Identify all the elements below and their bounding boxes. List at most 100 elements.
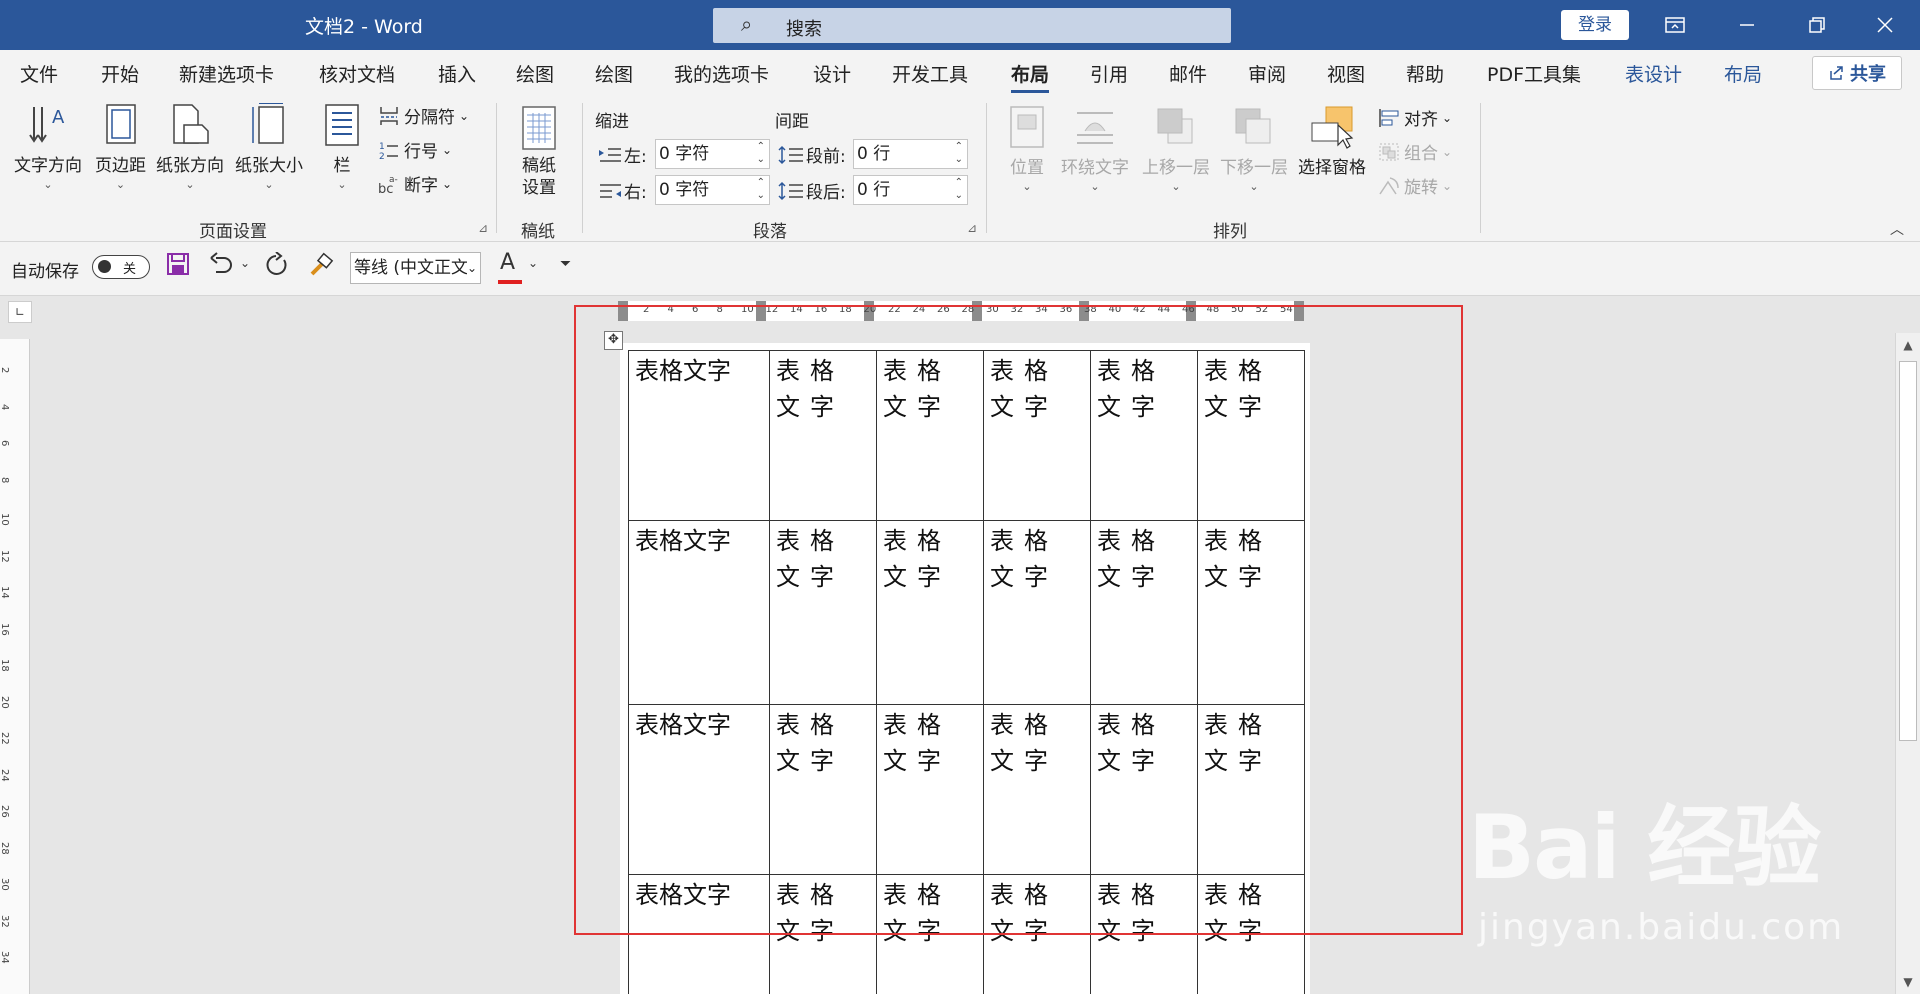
font-color-dropdown-icon[interactable]: ⌄: [528, 256, 538, 270]
indent-right-input[interactable]: 0 字符 ⌃ ⌄: [655, 175, 770, 205]
hyphenation-button[interactable]: bc a- 断字 ⌄: [378, 171, 452, 197]
wrap-text-button[interactable]: 环绕文字 ⌄: [1061, 105, 1129, 193]
font-name-select[interactable]: 等线 (中文正文) ⌄: [350, 252, 481, 284]
selection-pane-button[interactable]: 选择窗格: [1298, 105, 1366, 178]
collapse-ribbon-icon[interactable]: ︿: [1890, 219, 1904, 239]
spacing-before-input[interactable]: 0 行 ⌃ ⌄: [853, 139, 968, 169]
minimize-icon[interactable]: [1712, 0, 1782, 50]
customize-qat-icon[interactable]: ⏷: [560, 256, 571, 272]
tab-help[interactable]: 帮助: [1406, 60, 1444, 87]
tab-insert[interactable]: 插入: [438, 60, 476, 87]
spacing-after-input[interactable]: 0 行 ⌃ ⌄: [853, 175, 968, 205]
group-button[interactable]: 组合 ⌄: [1378, 139, 1452, 164]
tab-developer[interactable]: 开发工具: [892, 60, 968, 87]
close-icon[interactable]: [1850, 0, 1920, 50]
quick-access-toolbar: 自动保存 关 ⌄ 等线 (中文正文) ⌄ A ⌄ ⏷: [0, 242, 1920, 296]
tab-draw-1[interactable]: 绘图: [516, 60, 554, 87]
ribbon-display-icon[interactable]: [1640, 0, 1710, 50]
search-box[interactable]: ⌕ 搜索: [713, 8, 1231, 43]
share-button[interactable]: 共享: [1812, 56, 1902, 90]
tab-review[interactable]: 审阅: [1248, 60, 1286, 87]
tab-file[interactable]: 文件: [20, 60, 58, 87]
spacing-after-label: 段后:: [778, 178, 846, 203]
ruler-tick: 8: [0, 476, 10, 483]
chevron-down-icon: ⌄: [1022, 180, 1032, 193]
size-button[interactable]: 纸张大小 ⌄: [235, 103, 303, 191]
manuscript-group-label: 稿纸: [521, 222, 555, 242]
breaks-icon: [380, 106, 398, 125]
save-icon[interactable]: [166, 252, 190, 282]
spinner-arrows-icon[interactable]: ⌃ ⌄: [955, 140, 963, 166]
arrange-group-label: 排列: [1213, 222, 1247, 242]
text-direction-button[interactable]: A 文字方向 ⌄: [14, 103, 82, 191]
tab-layout[interactable]: 布局: [1011, 60, 1050, 93]
group-separator: [496, 103, 497, 233]
tab-home[interactable]: 开始: [101, 60, 139, 87]
chevron-down-icon: ⌄: [115, 178, 126, 191]
chevron-down-icon: ⌄: [466, 253, 477, 283]
font-color-icon[interactable]: A: [498, 250, 522, 284]
align-label: 对齐: [1404, 110, 1438, 130]
tab-mailings[interactable]: 邮件: [1169, 60, 1207, 87]
manuscript-settings-button[interactable]: 稿纸 设置: [519, 105, 559, 199]
wrap-text-label: 环绕文字: [1061, 158, 1129, 178]
chevron-down-icon: ⌄: [442, 142, 453, 157]
ruler-tick: 20: [0, 695, 10, 709]
breaks-button[interactable]: 分隔符 ⌄: [378, 103, 469, 128]
line-numbers-button[interactable]: 12 行号 ⌄: [378, 137, 453, 163]
vertical-ruler[interactable]: 2 4 6 8 10 12 14 16 18 20 22 24 26 28 30 32 34: [0, 339, 30, 994]
tab-my-tab[interactable]: 我的选项卡: [674, 60, 769, 87]
tab-draw-2[interactable]: 绘图: [595, 60, 633, 87]
spinner-arrows-icon[interactable]: ⌃ ⌄: [757, 176, 765, 202]
margins-button[interactable]: 页边距 ⌄: [95, 103, 146, 191]
tab-references[interactable]: 引用: [1090, 60, 1128, 87]
paragraph-launcher-icon[interactable]: ⊿: [967, 221, 977, 235]
position-button[interactable]: 位置 ⌄: [1007, 105, 1047, 193]
restore-icon[interactable]: [1782, 0, 1852, 50]
chevron-down-icon: ⌄: [1442, 110, 1453, 125]
tab-table-layout[interactable]: 布局: [1724, 60, 1762, 87]
tab-new-tab[interactable]: 新建选项卡: [179, 60, 274, 87]
spinner-arrows-icon[interactable]: ⌃ ⌄: [757, 140, 765, 166]
page-setup-launcher-icon[interactable]: ⊿: [478, 221, 488, 235]
ruler-tick: 30: [0, 878, 10, 891]
undo-dropdown-icon[interactable]: ⌄: [240, 256, 250, 270]
scroll-down-icon[interactable]: ▼: [1896, 970, 1920, 994]
login-button[interactable]: 登录: [1561, 10, 1629, 40]
spinner-arrows-icon[interactable]: ⌃ ⌄: [955, 176, 963, 202]
vertical-scrollbar[interactable]: ▲ ▼: [1895, 333, 1920, 994]
indent-left-label: 左:: [598, 142, 647, 167]
autosave-toggle[interactable]: 关: [92, 255, 150, 279]
svg-text:2: 2: [379, 152, 385, 161]
tab-view[interactable]: 视图: [1327, 60, 1365, 87]
selection-pane-label: 选择窗格: [1298, 158, 1366, 178]
position-icon: [1010, 106, 1044, 148]
share-icon: [1830, 66, 1843, 80]
send-backward-button[interactable]: 下移一层 ⌄: [1220, 105, 1288, 193]
indent-left-input[interactable]: 0 字符 ⌃ ⌄: [655, 139, 770, 169]
format-painter-icon[interactable]: [308, 252, 334, 284]
columns-button[interactable]: 栏 ⌄: [322, 103, 362, 191]
ruler-tick: 32: [0, 914, 10, 928]
tab-design[interactable]: 设计: [813, 60, 851, 87]
undo-icon[interactable]: [208, 252, 234, 282]
text-direction-icon: A: [29, 107, 65, 143]
ruler-tick: 4: [0, 403, 10, 410]
tab-check-doc[interactable]: 核对文档: [319, 60, 395, 87]
tab-table-design[interactable]: 表设计: [1625, 60, 1682, 87]
share-label: 共享: [1850, 64, 1886, 85]
chevron-down-icon: ⌄: [1249, 180, 1259, 193]
tab-pdf-tools[interactable]: PDF工具集: [1487, 60, 1581, 87]
rotate-icon: [1379, 176, 1399, 194]
align-button[interactable]: 对齐 ⌄: [1378, 105, 1452, 130]
bring-forward-button[interactable]: 上移一层 ⌄: [1142, 105, 1210, 193]
scroll-thumb[interactable]: [1899, 361, 1917, 741]
scroll-up-icon[interactable]: ▲: [1896, 333, 1920, 357]
rotate-button[interactable]: 旋转 ⌄: [1378, 173, 1452, 198]
tab-selector-icon[interactable]: ∟: [8, 301, 32, 323]
chevron-down-icon: ⌄: [1442, 178, 1453, 193]
ruler-tick: 14: [0, 586, 10, 599]
spacing-after-icon: [778, 181, 803, 200]
orientation-button[interactable]: 纸张方向 ⌄: [156, 103, 224, 191]
redo-icon[interactable]: [264, 251, 290, 284]
